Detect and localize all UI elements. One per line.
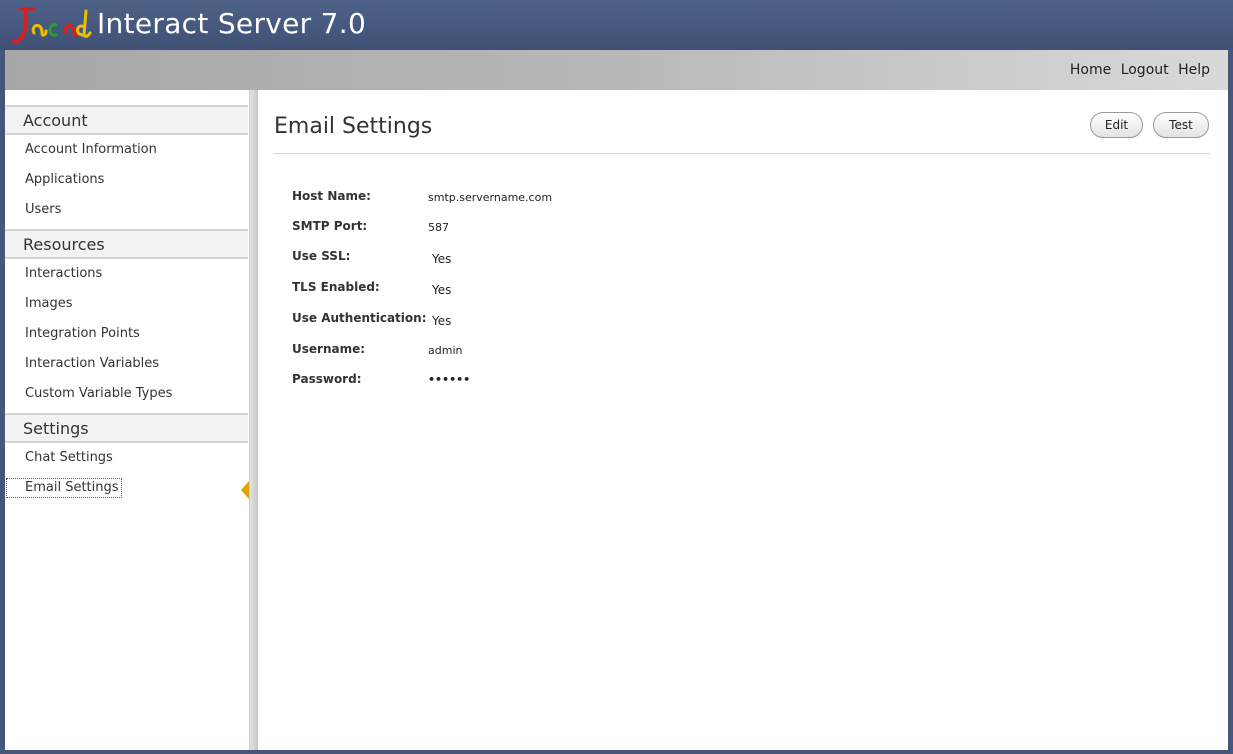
sidebar-item-integration-points[interactable]: Integration Points bbox=[25, 325, 140, 343]
sidebar-item-applications[interactable]: Applications bbox=[25, 171, 104, 189]
use-ssl-label: Use SSL: bbox=[292, 249, 351, 263]
tls-enabled-value: Yes bbox=[432, 283, 452, 297]
smtp-port-label: SMTP Port: bbox=[292, 219, 368, 233]
sidebar-item-users[interactable]: Users bbox=[25, 201, 61, 219]
jacada-logo bbox=[12, 7, 92, 44]
username-value: admin bbox=[428, 344, 463, 357]
sidebar-item-interaction-variables[interactable]: Interaction Variables bbox=[25, 355, 159, 373]
app-title: Interact Server 7.0 bbox=[97, 7, 367, 40]
host-name-value: smtp.servername.com bbox=[428, 191, 553, 204]
page-title: Email Settings bbox=[274, 114, 433, 139]
title-bar: Interact Server 7.0 bbox=[0, 0, 1233, 50]
sidebar-item-chat-settings[interactable]: Chat Settings bbox=[25, 449, 113, 467]
home-link[interactable]: Home bbox=[1070, 62, 1111, 78]
window-bottom-border bbox=[0, 750, 1233, 754]
password-value: •••••• bbox=[428, 373, 471, 386]
username-label: Username: bbox=[292, 342, 366, 356]
sidebar-item-interactions[interactable]: Interactions bbox=[25, 265, 102, 283]
title-divider bbox=[274, 153, 1210, 154]
use-authentication-label: Use Authentication: bbox=[292, 311, 427, 325]
sidebar-divider bbox=[249, 90, 258, 750]
use-ssl-value: Yes bbox=[432, 252, 452, 266]
sidebar: Account Account Information Applications… bbox=[5, 90, 249, 750]
edit-button[interactable]: Edit bbox=[1090, 112, 1143, 138]
content-area: Account Account Information Applications… bbox=[5, 90, 1228, 750]
test-button[interactable]: Test bbox=[1153, 112, 1209, 138]
smtp-port-value: 587 bbox=[428, 221, 449, 234]
sidebar-section-resources: Resources bbox=[5, 229, 248, 259]
sidebar-section-settings: Settings bbox=[5, 413, 248, 443]
help-link[interactable]: Help bbox=[1178, 62, 1210, 78]
top-links: Home Logout Help bbox=[1065, 62, 1210, 78]
sidebar-section-account: Account bbox=[5, 105, 248, 135]
logout-link[interactable]: Logout bbox=[1121, 62, 1169, 78]
sidebar-item-custom-variable-types[interactable]: Custom Variable Types bbox=[25, 385, 172, 403]
sidebar-item-account-information[interactable]: Account Information bbox=[25, 141, 157, 159]
use-authentication-value: Yes bbox=[432, 314, 452, 328]
top-nav-bar: Home Logout Help bbox=[5, 50, 1228, 90]
active-item-marker bbox=[241, 481, 249, 499]
application-window: Interact Server 7.0 Home Logout Help Acc… bbox=[0, 0, 1233, 754]
tls-enabled-label: TLS Enabled: bbox=[292, 280, 380, 294]
sidebar-item-email-settings[interactable]: Email Settings bbox=[6, 478, 122, 498]
sidebar-item-images[interactable]: Images bbox=[25, 295, 73, 313]
host-name-label: Host Name: bbox=[292, 189, 371, 203]
password-label: Password: bbox=[292, 372, 362, 386]
